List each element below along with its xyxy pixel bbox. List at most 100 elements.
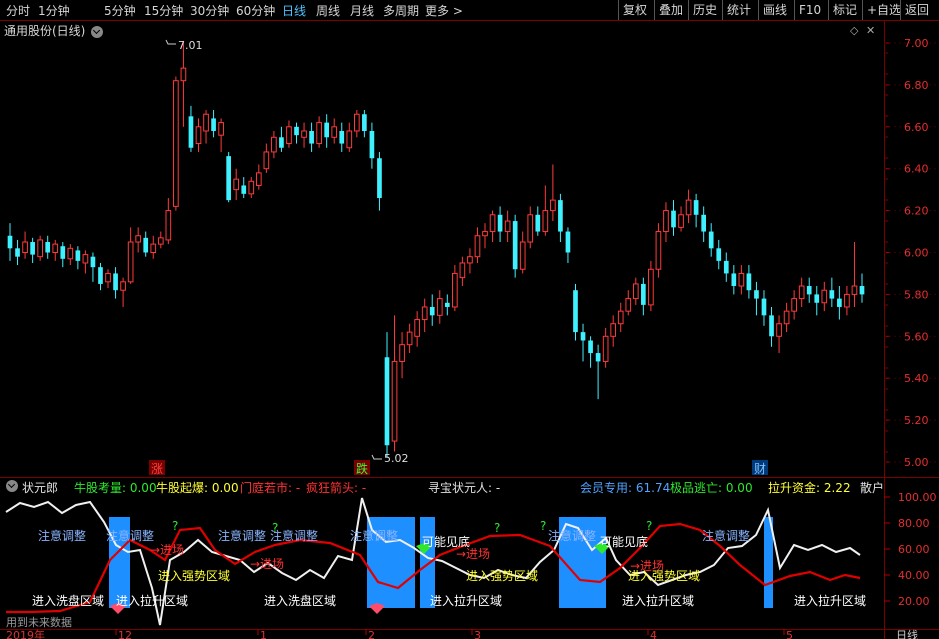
indicator-name[interactable]: 状元郎 — [22, 479, 58, 496]
candle-body-up — [331, 126, 338, 138]
indicator-annotation: 注意调整 — [350, 528, 398, 543]
price-tick-label: 5.40 — [904, 372, 929, 385]
candle-body-up — [783, 310, 790, 325]
candle-body-down — [113, 273, 118, 291]
candle-body-down — [693, 200, 699, 215]
high-label: 7.01 — [178, 39, 203, 52]
candle-body-down — [497, 214, 503, 232]
indicator-annotation: ? — [540, 519, 546, 533]
candle-body-down — [362, 114, 367, 131]
candle-body-down — [746, 273, 752, 291]
candle-body-down — [429, 306, 435, 316]
indicator-annotation: 进入拉升区域 — [116, 593, 188, 608]
candle-body-up — [738, 272, 745, 287]
indicator-tick-label: 20.00 — [898, 595, 930, 608]
candle-body-up — [22, 241, 28, 253]
candle-body-up — [353, 113, 360, 132]
time-month-label: 4 — [650, 629, 657, 639]
candle-body-up — [851, 285, 858, 295]
candle-body-down — [377, 158, 382, 199]
price-tick-label: 5.20 — [904, 414, 929, 427]
candle-body-down — [309, 130, 314, 144]
indicator-annotation: ? — [494, 521, 500, 535]
event-tag-die[interactable]: 跌 — [356, 461, 368, 476]
time-month-label: 5 — [786, 629, 793, 639]
indicator-tick-label: 40.00 — [898, 569, 930, 582]
candle-body-down — [45, 242, 51, 253]
candle-body-down — [7, 235, 13, 249]
candle-body-up — [791, 298, 797, 312]
indicator-annotation: 注意调整 — [218, 528, 266, 543]
candle-body-up — [248, 180, 255, 195]
candle-body-down — [806, 286, 812, 295]
candle-body-down — [769, 315, 774, 337]
candle-body-down — [708, 231, 714, 249]
price-tick-label: 6.20 — [904, 205, 929, 218]
candle-body-up — [467, 256, 473, 264]
candle-body-up — [663, 210, 669, 233]
indicator-tick-label: 80.00 — [898, 517, 930, 530]
candle-body-up — [165, 210, 172, 241]
candle-body-down — [188, 116, 194, 148]
candle-body-up — [602, 335, 609, 362]
candle-body-up — [127, 241, 134, 283]
candle-body-up — [655, 231, 662, 270]
candle-body-down — [279, 137, 284, 148]
candle-body-down — [512, 221, 518, 270]
candle-body-up — [391, 360, 398, 442]
price-axis: 7.00 6.80 6.60 6.40 6.20 6.00 5.80 5.60 5.40 5.20… — [884, 37, 939, 469]
candle-body-down — [837, 298, 842, 307]
indicator-annotation: 注意调整 — [106, 528, 154, 543]
candle-body-up — [135, 235, 142, 243]
candle-body-up — [286, 126, 292, 145]
candle-body-up — [203, 113, 209, 132]
indicator-annotation: 注意调整 — [548, 528, 596, 543]
candle-body-down — [588, 340, 593, 354]
candle-body-up — [218, 122, 224, 136]
indicator-item: 门庭若市: - — [240, 481, 301, 495]
candle-body-up — [489, 214, 496, 233]
indicator-annotation: 注意调整 — [702, 528, 750, 543]
indicator-annotation: 进入洗盘区域 — [32, 593, 104, 608]
candle-body-up — [452, 272, 458, 308]
low-label: 5.02 — [384, 452, 409, 465]
indicator-item: 会员专用: 61.74 — [580, 481, 671, 495]
event-tag-zhang[interactable]: 涨 — [151, 461, 163, 476]
candle-body-up — [150, 243, 157, 253]
candle-body-up — [474, 235, 481, 258]
indicator-annotation: 进入拉升区域 — [622, 593, 694, 608]
candle-body-up — [648, 268, 654, 306]
candle-body-down — [241, 185, 247, 194]
candle-body-down — [573, 290, 578, 333]
candlesticks — [7, 40, 865, 458]
candle-body-up — [504, 220, 511, 233]
candle-body-down — [143, 237, 149, 253]
candle-body-down — [671, 210, 676, 228]
indicator-item: 散户 — [860, 481, 885, 495]
indicator-header: 状元郎 牛股考量: 0.00 牛股起爆: 0.00 门庭若市: - 疯狂箭头: - 寻宝… — [0, 479, 890, 495]
candle-body-up — [233, 178, 240, 191]
candle-body-down — [90, 256, 96, 268]
candle-body-up — [542, 210, 549, 233]
price-tick-label: 5.60 — [904, 330, 929, 343]
candle-body-down — [339, 130, 345, 144]
candle-body-up — [610, 323, 617, 337]
candle-body-up — [550, 199, 556, 212]
event-tag-cai[interactable]: 财 — [754, 462, 766, 476]
candle-body-down — [211, 118, 216, 131]
candle-body-up — [301, 130, 307, 138]
indicator-annotation: →进场 — [250, 557, 284, 571]
candle-body-down — [75, 250, 81, 261]
candle-body-down — [565, 231, 571, 253]
indicator-annotation: →进场 — [456, 547, 490, 561]
candle-body-up — [263, 151, 270, 170]
candle-body-up — [798, 285, 805, 300]
candle-body-up — [271, 136, 277, 153]
candle-body-down — [30, 242, 35, 255]
candle-body-up — [105, 272, 111, 283]
candle-body-up — [625, 298, 632, 312]
future-data-note: 用到未来数据 — [6, 616, 72, 629]
candle-body-up — [527, 214, 534, 243]
candle-body-up — [37, 239, 43, 258]
candle-body-down — [60, 246, 66, 259]
